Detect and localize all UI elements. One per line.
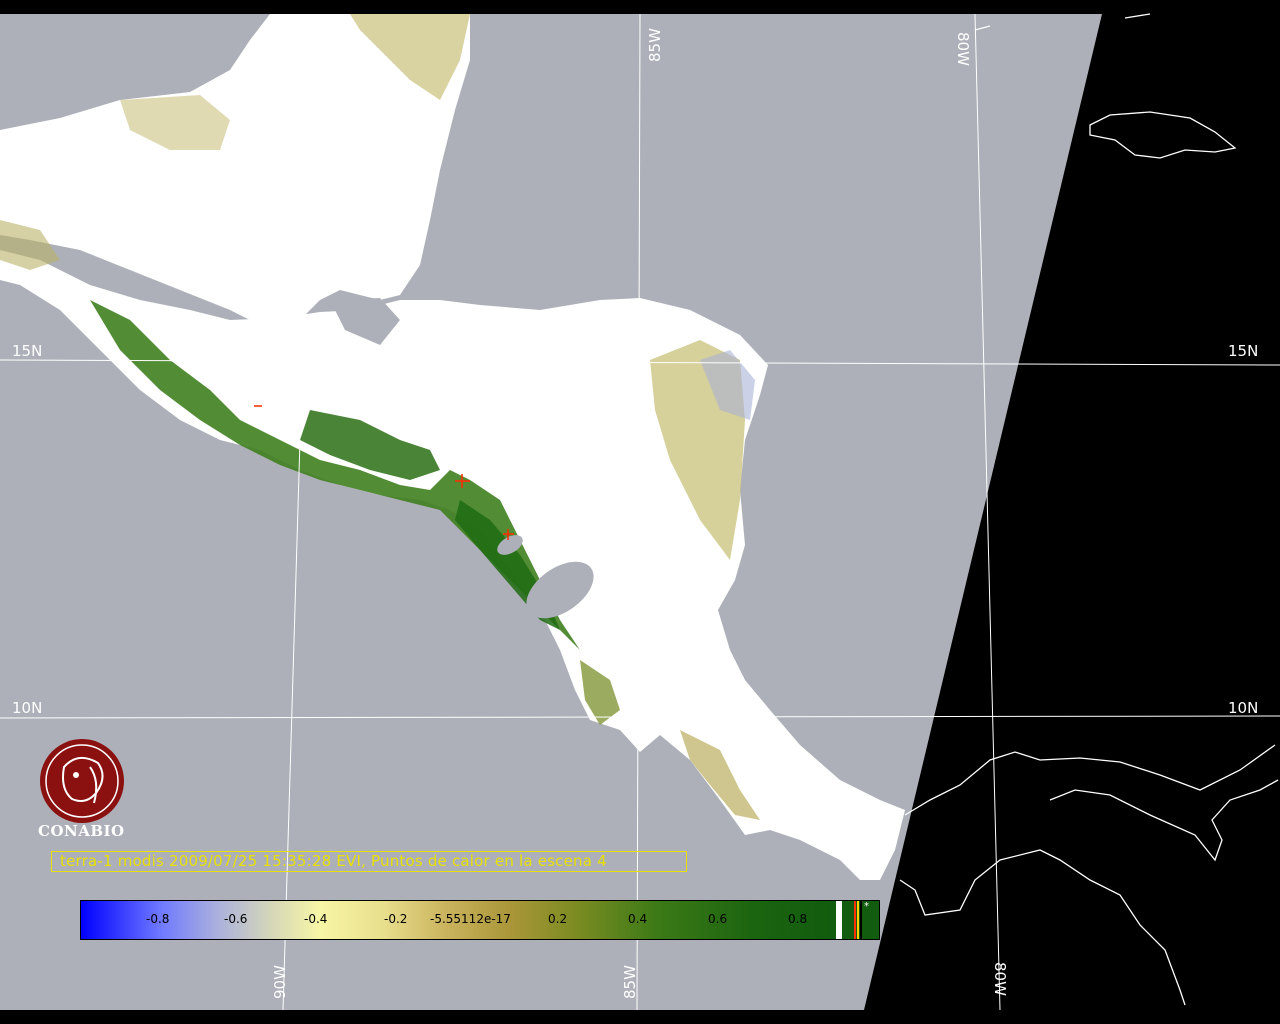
colorbar-tick-label: -0.6 xyxy=(224,912,248,926)
label-80w-top: 80W xyxy=(954,32,972,66)
colorbar-tick-label: -0.4 xyxy=(304,912,328,926)
colorbar-tick-label: 0.6 xyxy=(708,912,728,926)
label-10n-right: 10N xyxy=(1228,699,1258,717)
label-15n-left: 15N xyxy=(12,342,42,360)
label-15n-right: 15N xyxy=(1228,342,1258,360)
colorbar-tick-label: 0.2 xyxy=(548,912,568,926)
colorbar-tick-label: 0.4 xyxy=(628,912,648,926)
colorbar-tick-label: -0.2 xyxy=(384,912,408,926)
label-80w-bottom: 80W xyxy=(991,962,1009,996)
label-85w-bottom: 85W xyxy=(621,965,639,999)
colorbar-tick-label: 0.8 xyxy=(788,912,808,926)
logo-wordmark: CONABIO xyxy=(38,822,125,840)
label-10n-left: 10N xyxy=(12,699,42,717)
label-90w-bottom: 90W xyxy=(271,965,289,999)
colorbar-white-segment xyxy=(836,901,842,939)
colorbar-extra-mark: * xyxy=(864,901,869,912)
colorbar-tick-label: -5.55112e-17 xyxy=(430,912,511,926)
caption-text: terra-1 modis 2009/07/25 15:35:28 EVI, P… xyxy=(60,852,607,870)
colorbar-tick-label: -0.8 xyxy=(146,912,170,926)
colorbar-special-marks xyxy=(854,901,862,939)
label-85w-top: 85W xyxy=(646,28,664,62)
image-caption: terra-1 modis 2009/07/25 15:35:28 EVI, P… xyxy=(51,851,687,872)
conabio-logo xyxy=(40,739,124,823)
